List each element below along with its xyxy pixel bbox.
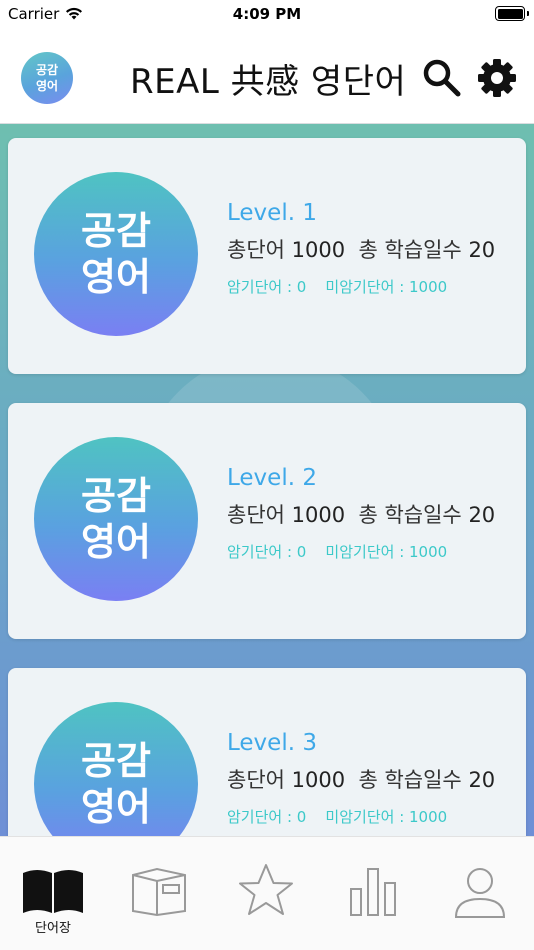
study-days-value: 20 [468,503,496,527]
tab-profile[interactable] [427,837,533,950]
level-logo: 공감 영어 [34,172,198,336]
study-days-label: 총 학습일수 [358,768,462,792]
level-title: Level. 2 [227,465,317,491]
tab-bar: 단어장 [0,836,534,950]
level-stats: 총단어 1000 총 학습일수 20 [227,499,495,529]
level-stats: 총단어 1000 총 학습일수 20 [227,764,495,794]
study-book-icon [132,867,186,917]
total-words-label: 총단어 [227,768,285,792]
unmemorized-count: 미암기단어 : 1000 [325,278,448,296]
unmemorized-count: 미암기단어 : 1000 [325,808,448,826]
person-icon [454,868,506,918]
total-words-label: 총단어 [227,238,285,262]
search-icon[interactable] [420,56,462,98]
tab-wordbook[interactable]: 단어장 [0,837,106,950]
level-card-2[interactable]: 공감 영어 Level. 2 총단어 1000 총 학습일수 20 암기단어 :… [8,403,526,639]
memorized-count: 암기단어 : 0 [227,278,307,296]
level-logo: 공감 영어 [34,437,198,601]
level-logo: 공감 영어 [34,702,198,836]
page-title: REAL 共感 영단어 [130,62,407,102]
tab-stats[interactable] [320,837,426,950]
tab-favorites[interactable] [213,837,319,950]
tab-label: 단어장 [35,921,71,936]
logo-mark-icon: 공감 영어 [36,62,58,93]
bar-chart-icon [350,868,396,916]
svg-text:공감: 공감 [36,62,58,77]
logo-mark-icon: 공감 영어 [81,209,151,299]
total-words-value: 1000 [291,238,346,262]
level-title: Level. 3 [227,730,317,756]
study-days-value: 20 [468,238,496,262]
level-card-3[interactable]: 공감 영어 Level. 3 총단어 1000 총 학습일수 20 암기단어 :… [8,668,526,836]
study-days-label: 총 학습일수 [358,503,462,527]
open-book-icon [23,870,83,913]
svg-text:영어: 영어 [81,785,151,829]
clock: 4:09 PM [232,5,302,23]
gear-icon[interactable] [476,57,518,99]
study-days-value: 20 [468,768,496,792]
total-words-value: 1000 [291,503,346,527]
study-days-label: 총 학습일수 [358,238,462,262]
level-stats: 총단어 1000 총 학습일수 20 [227,234,495,264]
total-words-label: 총단어 [227,503,285,527]
logo-mark-icon: 공감 영어 [81,739,151,829]
svg-text:공감: 공감 [81,474,151,518]
star-icon [239,864,293,915]
status-bar: Carrier 4:09 PM [0,0,534,30]
memorized-count: 암기단어 : 0 [227,808,307,826]
svg-text:공감: 공감 [81,209,151,253]
level-list[interactable]: 공감 영어 Level. 1 총단어 1000 총 학습일수 20 암기단어 :… [0,124,534,836]
svg-text:영어: 영어 [81,255,151,299]
memorized-count: 암기단어 : 0 [227,543,307,561]
app-logo[interactable]: 공감 영어 [21,52,73,104]
logo-mark-icon: 공감 영어 [81,474,151,564]
level-title: Level. 1 [227,200,317,226]
memo-stats: 암기단어 : 0 미암기단어 : 1000 [227,806,447,827]
svg-text:공감: 공감 [81,739,151,783]
battery-icon [495,6,529,21]
unmemorized-count: 미암기단어 : 1000 [325,543,448,561]
tab-study[interactable] [106,837,212,950]
svg-text:영어: 영어 [81,520,151,564]
memo-stats: 암기단어 : 0 미암기단어 : 1000 [227,541,447,562]
app-header: 공감 영어 REAL 共感 영단어 [0,30,534,124]
memo-stats: 암기단어 : 0 미암기단어 : 1000 [227,276,447,297]
level-card-1[interactable]: 공감 영어 Level. 1 총단어 1000 총 학습일수 20 암기단어 :… [8,138,526,374]
total-words-value: 1000 [291,768,346,792]
svg-text:영어: 영어 [36,78,58,93]
